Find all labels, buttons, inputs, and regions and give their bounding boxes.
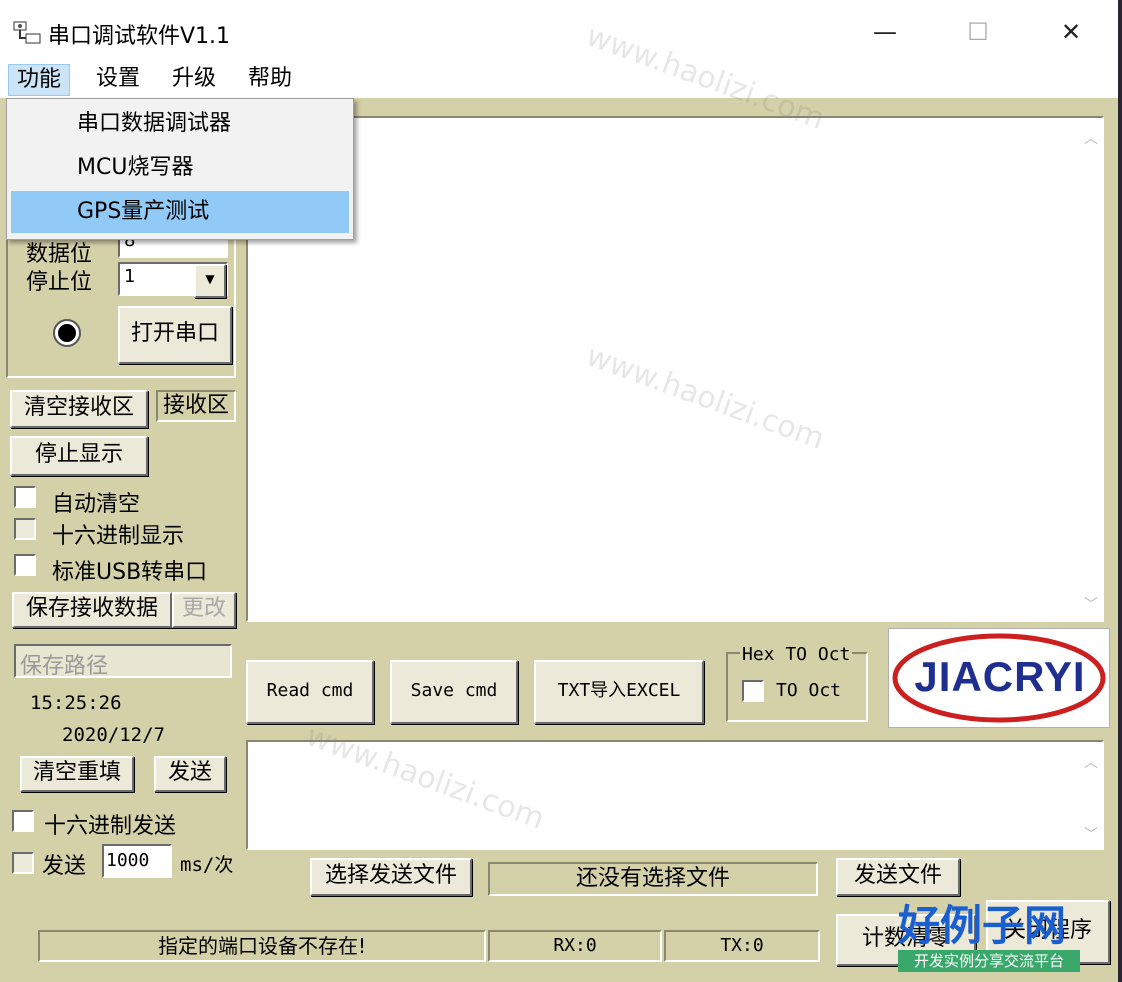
stop-display-button[interactable]: 停止显示 — [10, 436, 148, 476]
save-path-input[interactable]: 保存路径 — [14, 644, 232, 679]
hex-to-oct-group-label: Hex TO Oct — [740, 644, 853, 665]
maximize-button[interactable]: ☐ — [955, 12, 1001, 52]
watermark-logo: 好例子网 — [898, 901, 1067, 950]
menu-item-mcu-programmer[interactable]: MCU烧写器 — [11, 147, 349, 189]
receive-area-label: 接收区 — [156, 390, 236, 422]
auto-clear-label: 自动清空 — [52, 492, 141, 517]
stopbits-select[interactable]: 1 ▼ — [118, 262, 228, 298]
auto-send-checkbox[interactable] — [12, 852, 34, 874]
hex-send-checkbox[interactable] — [12, 810, 34, 832]
auto-clear-checkbox[interactable] — [14, 486, 36, 508]
open-port-button[interactable]: 打开串口 — [118, 306, 232, 364]
watermark-slogan: 开发实例分享交流平台 — [898, 950, 1080, 972]
change-path-button: 更改 — [172, 592, 236, 628]
menu-help[interactable]: 帮助 — [240, 64, 300, 94]
hex-display-label: 十六进制显示 — [52, 524, 185, 549]
scroll-up-icon[interactable]: ︿ — [1084, 128, 1098, 148]
read-cmd-button[interactable]: Read cmd — [246, 660, 374, 724]
menu-item-gps-test[interactable]: GPS量产测试 — [11, 191, 349, 233]
chevron-down-icon[interactable]: ▼ — [194, 264, 226, 298]
send-interval-input[interactable]: 1000 — [102, 844, 172, 878]
title-bar: 串口调试软件V1.1 — ☐ ✕ — [0, 0, 1118, 60]
scroll-up-icon[interactable]: ︿ — [1084, 752, 1098, 772]
stopbits-label: 停止位 — [26, 270, 93, 295]
menu-item-serial-debugger[interactable]: 串口数据调试器 — [11, 103, 349, 145]
app-icon — [12, 20, 42, 46]
brand-logo-text: JIACRYI — [914, 653, 1086, 700]
file-status-text: 还没有选择文件 — [488, 862, 818, 896]
menu-function[interactable]: 功能 — [8, 64, 71, 96]
select-file-button[interactable]: 选择发送文件 — [310, 858, 472, 896]
scroll-down-icon[interactable]: ﹀ — [1084, 824, 1098, 844]
clear-send-button[interactable]: 清空重填 — [20, 756, 134, 792]
interval-unit-label: ms/次 — [180, 854, 234, 876]
receive-area[interactable]: ︿ ﹀ — [246, 116, 1104, 622]
rx-count: RX:0 — [488, 930, 662, 962]
to-oct-checkbox[interactable] — [742, 680, 764, 702]
auto-send-label: 发送 — [42, 854, 87, 879]
brand-logo: JIACRYI — [888, 628, 1110, 728]
usb-serial-checkbox[interactable] — [14, 554, 36, 576]
clear-receive-button[interactable]: 清空接收区 — [10, 390, 148, 428]
port-status-indicator-icon — [52, 318, 82, 348]
clock-time: 15:25:26 — [30, 692, 122, 714]
save-receive-button[interactable]: 保存接收数据 — [12, 592, 172, 628]
menu-bar: 功能 设置 升级 帮助 — [0, 60, 1118, 98]
tx-count: TX:0 — [664, 930, 820, 962]
to-oct-label: TO Oct — [776, 680, 842, 701]
save-cmd-button[interactable]: Save cmd — [390, 660, 518, 724]
app-window: 串口调试软件V1.1 — ☐ ✕ 功能 设置 升级 帮助 ︿ ﹀ 数据位 8 停… — [0, 0, 1118, 982]
send-file-button[interactable]: 发送文件 — [836, 858, 960, 896]
menu-settings[interactable]: 设置 — [88, 64, 148, 94]
hex-send-label: 十六进制发送 — [44, 814, 177, 839]
clock-date: 2020/12/7 — [62, 724, 165, 746]
send-area[interactable]: ︿ ﹀ — [246, 740, 1104, 850]
close-button[interactable]: ✕ — [1048, 12, 1094, 52]
hex-display-checkbox[interactable] — [14, 518, 36, 540]
minimize-button[interactable]: — — [862, 12, 908, 52]
window-title: 串口调试软件V1.1 — [48, 24, 231, 49]
menu-upgrade[interactable]: 升级 — [164, 64, 224, 94]
txt-to-excel-button[interactable]: TXT导入EXCEL — [534, 660, 704, 724]
scroll-down-icon[interactable]: ﹀ — [1084, 594, 1098, 614]
status-message: 指定的端口设备不存在! — [38, 930, 486, 962]
send-button[interactable]: 发送 — [154, 756, 226, 792]
function-dropdown-menu: 串口数据调试器 MCU烧写器 GPS量产测试 — [6, 98, 354, 240]
usb-serial-label: 标准USB转串口 — [52, 560, 208, 585]
